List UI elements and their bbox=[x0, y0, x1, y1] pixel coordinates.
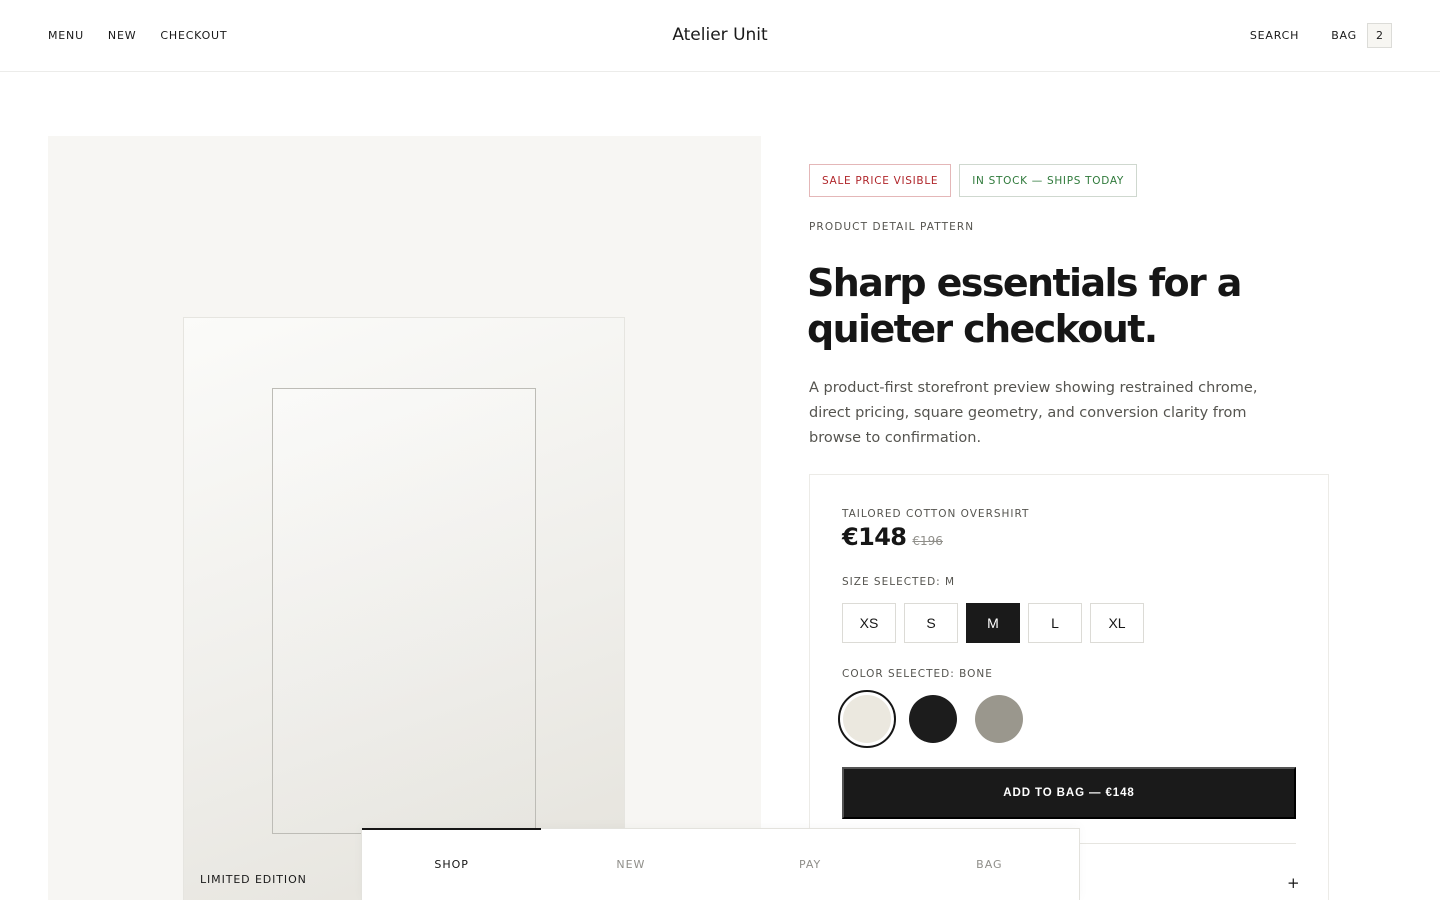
primary-nav: MENU NEW CHECKOUT bbox=[48, 0, 227, 70]
product-name: TAILORED COTTON OVERSHIRT bbox=[842, 508, 1030, 520]
original-price: €196 bbox=[912, 534, 943, 548]
tab-new[interactable]: NEW bbox=[541, 829, 720, 900]
nav-menu-link[interactable]: MENU bbox=[48, 29, 84, 42]
product-image-panel: LIMITED EDITION bbox=[48, 136, 761, 900]
site-header: MENU NEW CHECKOUT Atelier Unit SEARCH BA… bbox=[0, 0, 1440, 72]
tab-shop[interactable]: SHOP bbox=[362, 828, 542, 900]
size-selector: XS S M L XL bbox=[842, 603, 1144, 643]
limited-edition-label: LIMITED EDITION bbox=[200, 873, 307, 886]
product-image-frame bbox=[183, 317, 625, 900]
size-selected-label: SIZE SELECTED: M bbox=[842, 576, 956, 588]
bottom-tab-bar: SHOP NEW PAY BAG bbox=[361, 828, 1080, 900]
page-title: Sharp essentials for a quieter checkout. bbox=[807, 261, 1242, 351]
price-row: €148 €196 bbox=[842, 523, 943, 551]
size-option-l[interactable]: L bbox=[1028, 603, 1082, 643]
product-image-inner-frame bbox=[272, 388, 536, 834]
nav-new-link[interactable]: NEW bbox=[108, 29, 136, 42]
bag-count-badge: 2 bbox=[1367, 22, 1392, 48]
accordion-expand-icon[interactable]: + bbox=[1287, 874, 1300, 892]
nav-checkout-link[interactable]: CHECKOUT bbox=[160, 29, 227, 42]
page-eyebrow: PRODUCT DETAIL PATTERN bbox=[809, 221, 975, 233]
size-option-xs[interactable]: XS bbox=[842, 603, 896, 643]
sale-badge: SALE PRICE VISIBLE bbox=[809, 164, 952, 197]
size-option-xl[interactable]: XL bbox=[1090, 603, 1144, 643]
brand-logo[interactable]: Atelier Unit bbox=[672, 25, 767, 45]
color-swatch-stone[interactable] bbox=[970, 690, 1028, 748]
bag-label: BAG bbox=[1331, 28, 1357, 42]
size-option-m[interactable]: M bbox=[966, 603, 1020, 643]
color-swatch-bone[interactable] bbox=[838, 690, 896, 748]
utility-nav: SEARCH BAG 2 bbox=[1250, 0, 1392, 70]
swatch-fill-stone bbox=[975, 695, 1023, 743]
add-to-bag-button[interactable]: ADD TO BAG — €148 bbox=[842, 767, 1296, 819]
tab-bag[interactable]: BAG bbox=[900, 829, 1079, 900]
bag-button[interactable]: BAG 2 bbox=[1331, 22, 1392, 48]
color-selector bbox=[838, 690, 1028, 748]
search-link[interactable]: SEARCH bbox=[1250, 29, 1299, 42]
tab-pay[interactable]: PAY bbox=[721, 829, 900, 900]
status-badges: SALE PRICE VISIBLE IN STOCK — SHIPS TODA… bbox=[809, 164, 1138, 197]
swatch-fill-bone bbox=[843, 695, 891, 743]
sale-price: €148 bbox=[842, 523, 907, 551]
page-description: A product-first storefront preview showi… bbox=[809, 380, 1258, 446]
stock-badge: IN STOCK — SHIPS TODAY bbox=[959, 164, 1138, 197]
swatch-fill-black bbox=[909, 695, 957, 743]
size-option-s[interactable]: S bbox=[904, 603, 958, 643]
color-selected-label: COLOR SELECTED: BONE bbox=[842, 668, 993, 680]
color-swatch-black[interactable] bbox=[904, 690, 962, 748]
